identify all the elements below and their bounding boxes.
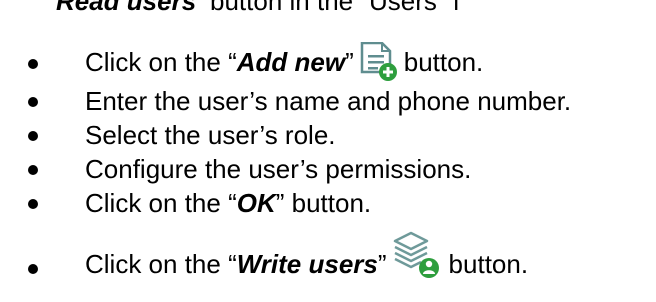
write-users-label: Write users: [236, 249, 378, 279]
bullet-icon: [28, 199, 38, 209]
list-item: Click on the “Add new” button.: [0, 42, 656, 84]
list-item-text: Configure the user’s permissions.: [85, 154, 472, 184]
list-item: Click on the “OK” button.: [0, 184, 656, 224]
instruction-list: Click on the “Add new” button. Enter the…: [0, 0, 656, 302]
list-item-text: Enter the user’s name and phone number.: [85, 86, 572, 116]
bullet-icon: [28, 59, 38, 69]
step-tail: button.: [448, 249, 529, 279]
add-document-icon: [358, 42, 398, 82]
step-quote: ” button.: [275, 188, 372, 218]
list-item-text: Click on the “Write users” button.: [85, 228, 528, 284]
list-item-text: Select the user’s role.: [85, 120, 336, 150]
list-item-text: Click on the “Add new” button.: [85, 38, 483, 86]
step-prefix: Click on the “: [85, 188, 237, 218]
step-quote: ”: [377, 249, 387, 279]
bullet-icon: [28, 97, 38, 107]
bullet-icon: [28, 264, 38, 274]
step-prefix: Click on the “: [85, 249, 237, 279]
add-new-label: Add new: [236, 46, 346, 77]
write-users-stack-icon: [391, 231, 443, 281]
list-item-text: Click on the “OK” button.: [85, 188, 371, 219]
bullet-icon: [28, 131, 38, 141]
bullet-icon: [28, 165, 38, 175]
list-item: Click on the “Write users” button.: [0, 231, 656, 286]
step-tail: button.: [403, 46, 484, 77]
ok-label: OK: [236, 188, 276, 218]
step-quote: ”: [345, 46, 354, 77]
step-prefix: Click on the “: [85, 46, 237, 77]
